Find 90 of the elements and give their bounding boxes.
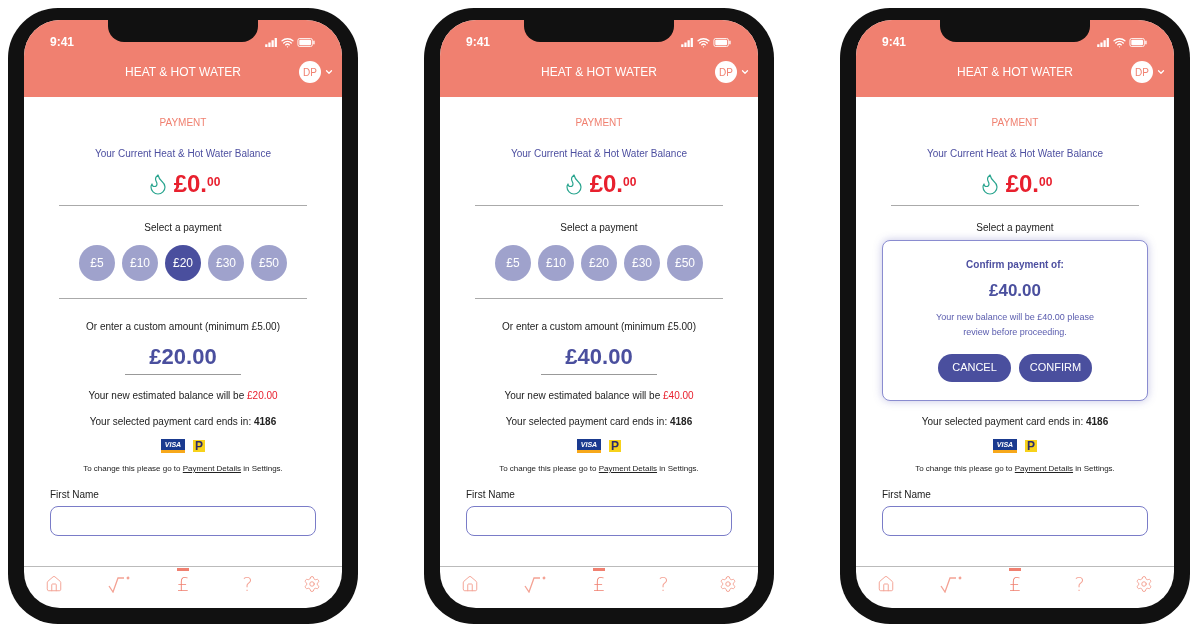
amount-chip[interactable]: £10: [122, 245, 158, 281]
balance-amount: £0.$^{00}$: [1005, 169, 1053, 199]
signal-icon: [1097, 37, 1110, 47]
balance-label: Your Current Heat & Hot Water Balance: [95, 147, 271, 161]
wifi-icon: [1113, 35, 1126, 49]
trend-tab-icon[interactable]: [523, 574, 546, 593]
amount-chip[interactable]: £5: [495, 245, 531, 281]
amount-chip[interactable]: £30: [624, 245, 660, 281]
estimated-balance-text: Your new estimated balance will be £20.00: [88, 389, 278, 403]
balance-label: Your Current Heat & Hot Water Balance: [511, 147, 687, 161]
selected-indicator: [1009, 567, 1021, 571]
section-title: PAYMENT: [159, 116, 207, 130]
payment-details-link[interactable]: Payment Details: [598, 464, 658, 473]
amount-chip[interactable]: £30: [208, 245, 244, 281]
card-ending-text: Your selected payment card ends in: 4186: [505, 415, 693, 429]
dialog-message: Your new balance will be £40.00 please review before proceeding.: [935, 310, 1095, 339]
balance-label: Your Current Heat & Hot Water Balance: [927, 147, 1103, 161]
amount-chip[interactable]: £50: [251, 245, 287, 281]
change-card-text: To change this please go to Payment Details in Settings.: [915, 463, 1115, 475]
card-ending-text: Your selected payment card ends in: 4186: [89, 415, 277, 429]
tab-item[interactable]: £: [592, 573, 606, 594]
user-avatar[interactable]: DP: [1131, 61, 1153, 83]
payment-details-link[interactable]: Payment Details: [182, 464, 242, 473]
wifi-icon: [281, 35, 294, 49]
header-title: HEAT & HOT WATER: [541, 64, 657, 81]
amount-chip[interactable]: £50: [667, 245, 703, 281]
home-tab-icon[interactable]: [877, 574, 895, 593]
trend-tab-icon[interactable]: [107, 574, 130, 593]
first-name-input[interactable]: [50, 506, 316, 536]
home-tab-icon[interactable]: [461, 574, 479, 593]
caret-icon[interactable]: [740, 67, 750, 77]
paypoint-logo: P: [193, 440, 205, 452]
amount-chip[interactable]: £20: [165, 245, 201, 281]
wifi-icon: [697, 35, 710, 49]
section-title: PAYMENT: [991, 116, 1039, 130]
payment-details-link[interactable]: Payment Details: [1014, 464, 1074, 473]
amount-chip[interactable]: £20: [581, 245, 617, 281]
tab-item[interactable]: ?: [658, 573, 669, 594]
first-name-label: First Name: [50, 488, 100, 502]
status-time: 9:41: [882, 34, 907, 51]
user-avatar[interactable]: DP: [299, 61, 321, 83]
user-avatar[interactable]: DP: [715, 61, 737, 83]
estimated-balance-text: Your new estimated balance will be £40.00: [504, 389, 694, 403]
status-time: 9:41: [466, 34, 491, 51]
custom-amount-label: Or enter a custom amount (minimum £5.00): [502, 321, 696, 332]
balance-amount: £0.$^{00}$: [173, 169, 221, 199]
signal-icon: [681, 37, 694, 47]
custom-amount-label: Or enter a custom amount (minimum £5.00): [86, 321, 280, 332]
dialog-button[interactable]: CONFIRM: [1019, 353, 1092, 382]
settings-tab-icon[interactable]: [303, 574, 321, 593]
caret-icon[interactable]: [1156, 67, 1166, 77]
selected-indicator: [593, 567, 605, 571]
custom-amount-field[interactable]: £20.00: [125, 341, 241, 375]
tab-item[interactable]: ?: [1074, 573, 1085, 594]
selected-indicator: [177, 567, 189, 571]
status-time: 9:41: [50, 34, 75, 51]
caret-icon[interactable]: [324, 67, 334, 77]
paypoint-logo: P: [1025, 440, 1037, 452]
settings-tab-icon[interactable]: [719, 574, 737, 593]
settings-tab-icon[interactable]: [1135, 574, 1153, 593]
battery-icon: [713, 37, 732, 47]
custom-amount-field[interactable]: £40.00: [541, 341, 657, 375]
paypoint-logo: P: [609, 440, 621, 452]
first-name-label: First Name: [882, 488, 932, 502]
dialog-amount: £40.00: [989, 280, 1041, 302]
tab-item[interactable]: £: [1008, 573, 1022, 594]
select-label: Select a payment: [144, 221, 222, 235]
change-card-text: To change this please go to Payment Details in Settings.: [83, 463, 283, 475]
select-label: Select a payment: [560, 221, 638, 235]
amount-chip[interactable]: £5: [79, 245, 115, 281]
battery-icon: [1129, 37, 1148, 47]
trend-tab-icon[interactable]: [939, 574, 962, 593]
card-ending-text: Your selected payment card ends in: 4186: [921, 415, 1109, 429]
first-name-input[interactable]: [466, 506, 732, 536]
battery-icon: [297, 37, 316, 47]
change-card-text: To change this please go to Payment Details in Settings.: [499, 463, 699, 475]
amount-chip[interactable]: £10: [538, 245, 574, 281]
first-name-input[interactable]: [882, 506, 1148, 536]
first-name-label: First Name: [466, 488, 516, 502]
header-title: HEAT & HOT WATER: [125, 64, 241, 81]
select-label: Select a payment: [976, 221, 1054, 235]
dialog-title: Confirm payment of:: [966, 258, 1064, 272]
tab-item[interactable]: £: [176, 573, 190, 594]
dialog-button[interactable]: CANCEL: [938, 353, 1011, 382]
tab-item[interactable]: ?: [242, 573, 253, 594]
section-title: PAYMENT: [575, 116, 623, 130]
signal-icon: [265, 37, 278, 47]
home-tab-icon[interactable]: [45, 574, 63, 593]
header-title: HEAT & HOT WATER: [957, 64, 1073, 81]
balance-amount: £0.$^{00}$: [589, 169, 637, 199]
